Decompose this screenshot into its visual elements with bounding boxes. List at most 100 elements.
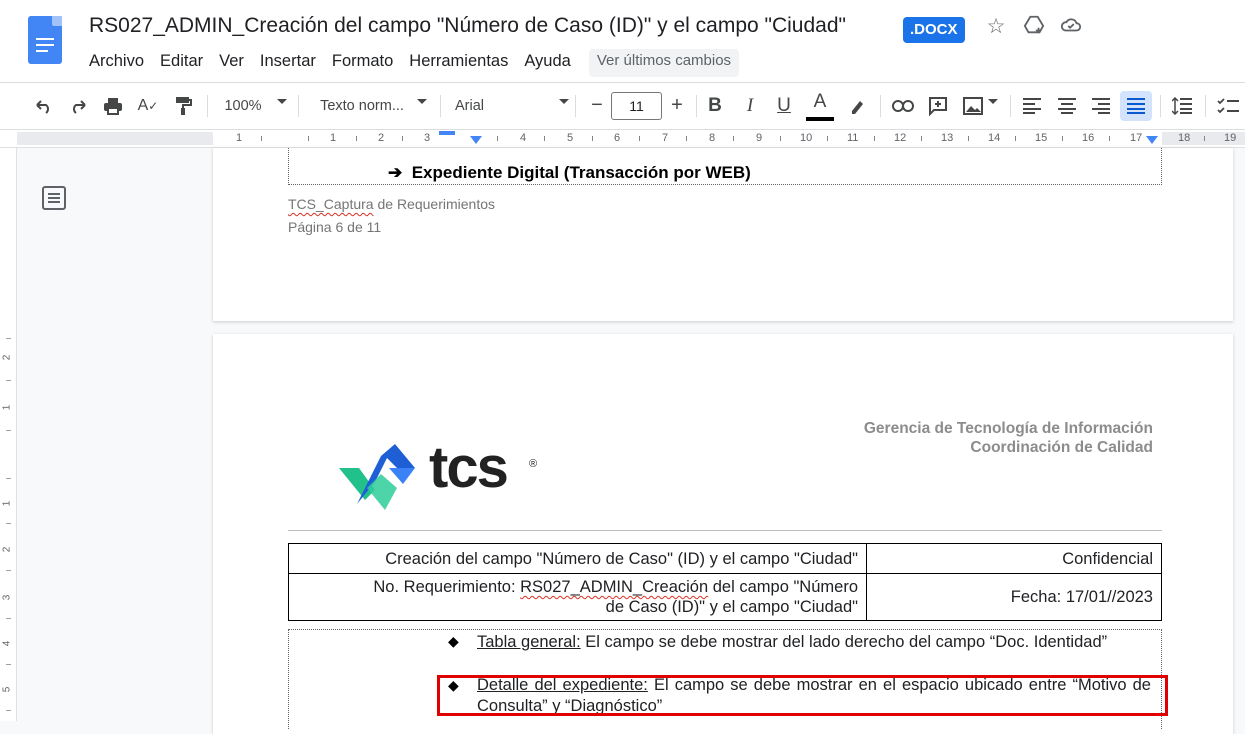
redo-icon[interactable] [64, 91, 92, 121]
page-number: Página 6 de 11 [288, 219, 382, 235]
justify-icon[interactable] [1120, 91, 1152, 121]
ruler-mark [1062, 136, 1063, 141]
undo-icon[interactable] [30, 91, 58, 121]
table-cell: Confidencial [866, 543, 1162, 574]
insert-image-caret-icon [988, 99, 998, 104]
ruler-tick: 1 [330, 132, 337, 144]
menu-editar[interactable]: Editar [152, 49, 211, 77]
ruler-tick: 9 [756, 132, 763, 144]
ruler-mark [356, 136, 357, 141]
vruler-num: 1 [1, 500, 13, 507]
align-right-icon[interactable] [1087, 91, 1115, 121]
ruler-tick: 19 [1224, 132, 1237, 144]
insert-image-icon[interactable] [959, 91, 987, 121]
section-heading: ➔ Expediente Digital (Transacción por WE… [388, 163, 751, 183]
req-prefix: No. Requerimiento: [373, 578, 521, 596]
increase-font-size-button[interactable]: + [663, 92, 691, 120]
ruler-tick: 3 [424, 132, 431, 144]
docs-logo-icon[interactable] [28, 16, 62, 64]
print-icon[interactable] [99, 91, 127, 121]
ruler-mark [827, 136, 828, 141]
decrease-font-size-button[interactable]: − [583, 92, 611, 120]
first-line-indent-handle[interactable] [439, 131, 455, 135]
vruler-num: 4 [1, 640, 13, 647]
list-item: Tabla general: El campo se debe mostrar … [477, 632, 1151, 653]
zoom-value: 100% [224, 98, 262, 114]
menu-ayuda[interactable]: Ayuda [516, 49, 579, 77]
vruler-tick [6, 664, 11, 665]
text-color-swatch [806, 117, 834, 121]
underline-button[interactable]: U [771, 91, 797, 121]
vruler-tick [6, 523, 11, 524]
ruler-mark [639, 136, 640, 141]
add-comment-icon[interactable] [924, 91, 952, 121]
vruler-tick [6, 338, 11, 339]
menu-herramientas[interactable]: Herramientas [401, 49, 516, 77]
bold-button[interactable]: B [702, 91, 728, 121]
horizontal-ruler[interactable]: 1 1 2 3 4 5 6 7 8 9 10 11 12 13 14 15 16… [0, 130, 1245, 148]
menu-insertar[interactable]: Insertar [252, 49, 324, 77]
diamond-bullet-icon: ◆ [448, 633, 459, 649]
menu-archivo[interactable]: Archivo [81, 49, 152, 77]
ruler-mark [1015, 136, 1016, 141]
align-center-icon[interactable] [1053, 91, 1081, 121]
docx-badge: .DOCX [903, 17, 965, 43]
menu-ver[interactable]: Ver [211, 49, 252, 77]
star-icon[interactable]: ☆ [983, 14, 1009, 42]
line-spacing-icon[interactable] [1168, 91, 1196, 121]
header-department: Gerencia de Tecnología de Información [863, 420, 1153, 437]
spellcheck-icon[interactable]: A ✓ [134, 91, 162, 121]
ruler-tick: 6 [614, 132, 621, 144]
highlight-color-icon[interactable] [843, 91, 871, 121]
ruler-tick: 11 [847, 132, 859, 144]
vertical-ruler[interactable]: 2 1 1 2 3 4 5 [0, 148, 17, 721]
document-outline-icon[interactable] [42, 186, 66, 210]
font-size-input[interactable]: 11 [611, 92, 662, 120]
font-select[interactable]: Arial [455, 91, 495, 121]
font-value: Arial [455, 98, 485, 114]
vruler-num: 1 [1, 404, 13, 411]
ruler-tick: 5 [567, 132, 574, 144]
ruler-mark [1109, 136, 1110, 141]
checklist-icon[interactable] [1214, 91, 1242, 121]
align-left-icon[interactable] [1018, 91, 1046, 121]
logo-registered-mark: ® [529, 458, 538, 470]
italic-button[interactable]: I [737, 91, 763, 121]
cloud-status-icon[interactable] [1058, 14, 1084, 42]
style-caret-icon [417, 99, 427, 104]
ruler-mark [733, 136, 734, 141]
vruler-num: 2 [1, 354, 13, 361]
arrow-icon: ➔ [388, 163, 403, 182]
vruler-tick [6, 380, 11, 381]
zoom-select[interactable]: 100% [218, 91, 268, 121]
right-indent-handle[interactable] [1146, 136, 1158, 144]
ruler-tick: 14 [988, 132, 1001, 144]
ruler-tick: 10 [800, 132, 813, 144]
ruler-tick: 12 [894, 132, 907, 144]
menu-bar: Archivo Editar Ver Insertar Formato Herr… [81, 49, 740, 77]
left-indent-handle[interactable] [470, 136, 482, 144]
ruler-tick: 7 [662, 132, 669, 144]
move-to-drive-icon[interactable] [1021, 14, 1047, 42]
footer-tcs-word: TCS_Captura [288, 196, 374, 212]
ruler-mark [968, 136, 969, 141]
header-subdepartment: Coordinación de Calidad [970, 439, 1153, 456]
menu-formato[interactable]: Formato [324, 49, 401, 77]
ruler-tick: 18 [1178, 132, 1191, 144]
title-bar: RS027_ADMIN_Creación del campo "Número d… [0, 0, 1245, 82]
last-edit-button[interactable]: Ver últimos cambios [588, 49, 740, 77]
table-row: No. Requerimiento: RS027_ADMIN_Creación … [288, 573, 1162, 621]
insert-link-icon[interactable] [889, 91, 917, 121]
ruler-mark [308, 136, 309, 141]
style-value: Texto norm... [320, 98, 404, 114]
text-color-button[interactable]: A [806, 87, 834, 117]
ruler-tick: 17 [1130, 132, 1143, 144]
ruler-mark [402, 136, 403, 141]
table-row: Creación del campo "Número de Caso" (ID)… [288, 543, 1162, 574]
ruler-tick: 15 [1035, 132, 1048, 144]
style-select[interactable]: Texto norm... [312, 91, 412, 121]
ruler-mark [261, 136, 262, 141]
paint-format-icon[interactable] [169, 91, 197, 121]
footer-rest: de Requerimientos [373, 196, 495, 212]
document-title[interactable]: RS027_ADMIN_Creación del campo "Número d… [89, 14, 846, 38]
